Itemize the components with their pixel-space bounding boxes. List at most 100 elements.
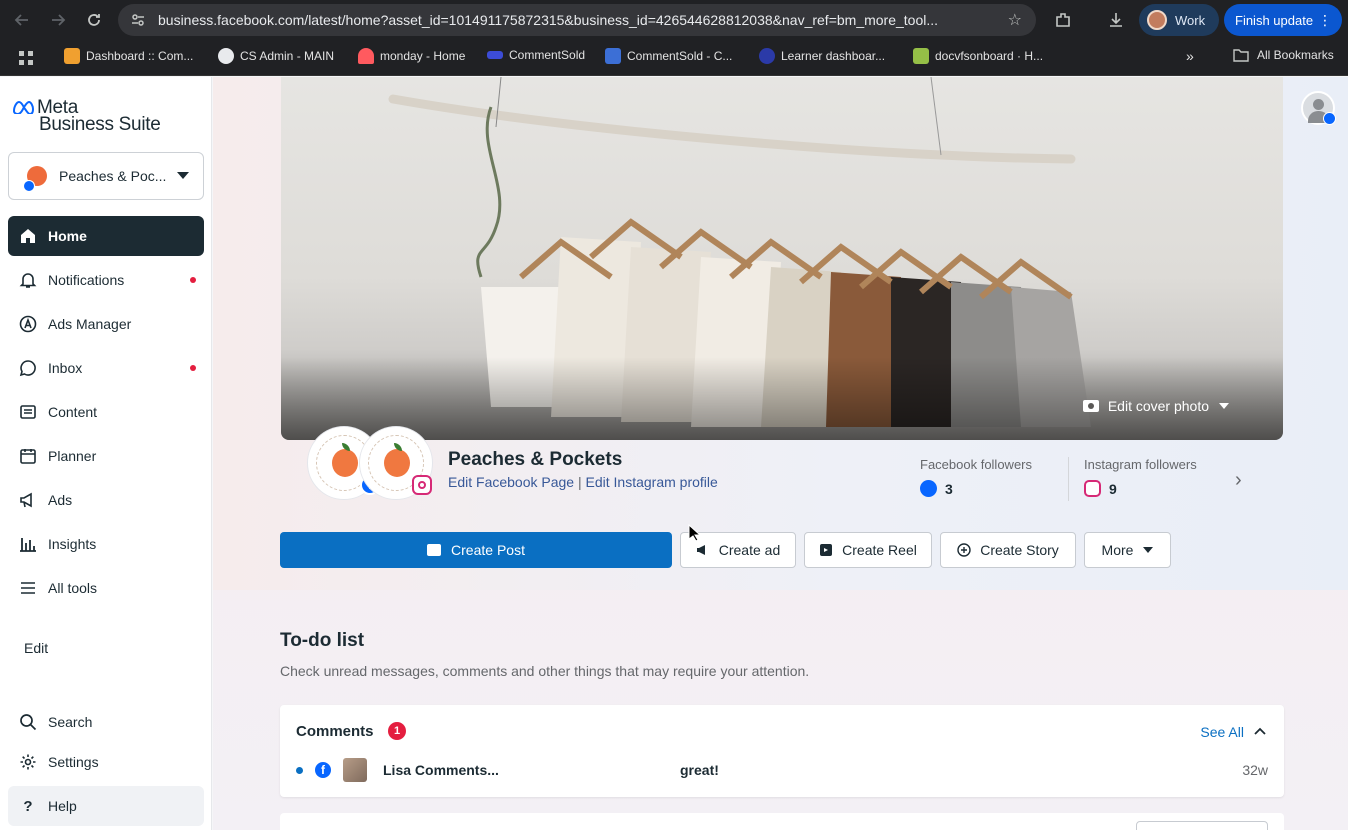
sidebar-item-label: Ads Manager	[48, 316, 132, 332]
logo-line-2: Business Suite	[39, 114, 161, 135]
see-all-link[interactable]: See All	[1200, 724, 1244, 740]
extensions-icon[interactable]	[1051, 8, 1075, 32]
edit-instagram-profile-link[interactable]: Edit Instagram profile	[586, 474, 718, 490]
edit-facebook-page-link[interactable]: Edit Facebook Page	[448, 474, 574, 490]
comment-row[interactable]: f Lisa Comments... great! 32w	[296, 758, 1268, 782]
profile-edit-links: Edit Facebook Page | Edit Instagram prof…	[448, 474, 718, 490]
comments-title: Comments	[296, 723, 374, 740]
bookmark-item[interactable]: Learner dashboar...	[759, 48, 885, 64]
todo-subtitle: Check unread messages, comments and othe…	[280, 663, 810, 679]
camera-icon	[1082, 400, 1099, 412]
reel-icon	[819, 543, 833, 557]
facebook-icon: f	[315, 762, 331, 778]
card-action-button[interactable]	[1136, 821, 1268, 830]
sidebar-item-label: Ads	[48, 492, 73, 508]
sidebar-item-label: Help	[48, 798, 77, 814]
user-avatar[interactable]	[1301, 91, 1336, 125]
bookmark-star-icon[interactable]: ☆	[1008, 10, 1022, 30]
meta-logo-icon	[12, 100, 35, 114]
sidebar-item-home[interactable]: Home	[8, 216, 204, 256]
clothing-rack-image	[281, 77, 1283, 440]
reload-icon[interactable]	[82, 8, 106, 32]
bookmark-item[interactable]: Dashboard :: Com...	[64, 48, 193, 64]
sidebar-item-label: Notifications	[48, 272, 125, 288]
help-icon: ?	[23, 797, 33, 815]
sidebar-item-notifications[interactable]: Notifications	[8, 260, 204, 300]
all-bookmarks[interactable]: All Bookmarks	[1233, 48, 1334, 62]
create-reel-button[interactable]: Create Reel	[804, 532, 932, 568]
create-post-label: Create Post	[451, 542, 525, 558]
monday-icon	[358, 48, 374, 64]
instagram-profile-avatar[interactable]	[360, 427, 432, 499]
caret-down-icon	[1143, 547, 1154, 553]
sidebar-item-help[interactable]: ? Help	[8, 786, 204, 826]
comment-message: great!	[680, 762, 719, 778]
folder-icon	[64, 48, 80, 64]
account-selector[interactable]: Peaches & Poc...	[8, 152, 204, 200]
sidebar-item-insights[interactable]: Insights	[8, 524, 204, 564]
instagram-icon	[1084, 480, 1101, 497]
forward-icon[interactable]	[46, 8, 70, 32]
comment-time: 32w	[1242, 762, 1268, 778]
megaphone-icon	[19, 491, 37, 509]
mouse-cursor-icon	[688, 523, 702, 547]
create-post-button[interactable]: Create Post	[280, 532, 672, 568]
post-icon	[427, 544, 442, 556]
sidebar-item-label: Settings	[48, 754, 99, 770]
sidebar-item-ads[interactable]: Ads	[8, 480, 204, 520]
comment-thumbnail	[343, 758, 367, 782]
unread-dot	[190, 365, 196, 371]
instagram-followers-stat: Instagram followers 9	[1084, 457, 1197, 497]
bookmark-item[interactable]: CommentSold	[487, 48, 585, 62]
profile-avatars[interactable]: f	[308, 427, 436, 501]
finish-update-button[interactable]: Finish update ⋮	[1224, 4, 1342, 36]
sidebar-item-ads-manager[interactable]: Ads Manager	[8, 304, 204, 344]
gear-icon	[19, 753, 37, 771]
sidebar: Meta Business Suite Peaches & Poc... Hom…	[0, 77, 212, 830]
calendar-icon	[19, 447, 37, 465]
profile-chip[interactable]: Work	[1139, 4, 1219, 36]
site-settings-icon[interactable]	[126, 8, 150, 32]
back-icon[interactable]	[10, 8, 34, 32]
unread-dot	[296, 766, 303, 774]
facebook-icon	[920, 480, 937, 497]
bookmark-overflow-icon[interactable]: »	[1186, 48, 1194, 64]
address-bar[interactable]: business.facebook.com/latest/home?asset_…	[118, 4, 1036, 36]
shopify-icon	[913, 48, 929, 64]
url-text[interactable]: business.facebook.com/latest/home?asset_…	[158, 12, 996, 28]
create-reel-label: Create Reel	[842, 542, 917, 558]
sidebar-item-inbox[interactable]: Inbox	[8, 348, 204, 388]
apps-grid-icon[interactable]	[18, 50, 34, 66]
sidebar-item-settings[interactable]: Settings	[8, 742, 204, 782]
more-button[interactable]: More	[1084, 532, 1171, 568]
bar-chart-icon	[19, 535, 37, 553]
bookmark-item[interactable]: docvfsonboard · H...	[913, 48, 1043, 64]
sidebar-item-planner[interactable]: Planner	[8, 436, 204, 476]
commentsold-icon	[487, 51, 503, 59]
bookmark-item[interactable]: monday - Home	[358, 48, 465, 64]
page-title: Peaches & Pockets	[448, 449, 623, 470]
bookmark-item[interactable]: CommentSold - C...	[605, 48, 732, 64]
create-story-button[interactable]: Create Story	[940, 532, 1076, 568]
chevron-up-icon[interactable]	[1254, 722, 1266, 738]
chevron-right-icon[interactable]: ›	[1235, 469, 1242, 492]
globe-icon	[218, 48, 234, 64]
edit-cover-label: Edit cover photo	[1107, 398, 1209, 414]
edit-cover-photo-button[interactable]: Edit cover photo	[1082, 398, 1229, 414]
ads-manager-icon	[19, 315, 37, 333]
kebab-menu-icon[interactable]: ⋮	[1318, 12, 1332, 29]
sidebar-item-label: Insights	[48, 536, 97, 552]
sidebar-item-search[interactable]: Search	[8, 702, 204, 742]
create-story-label: Create Story	[980, 542, 1059, 558]
sidebar-item-all-tools[interactable]: All tools	[8, 568, 204, 608]
facebook-followers-stat: Facebook followers 3	[920, 457, 1032, 497]
edit-nav-link[interactable]: Edit	[24, 640, 48, 656]
main-content: Edit cover photo f Peaches & Pockets Edi…	[213, 77, 1348, 830]
comments-count-badge: 1	[388, 722, 406, 740]
cover-photo[interactable]: Edit cover photo	[281, 77, 1283, 440]
bookmark-item[interactable]: CS Admin - MAIN	[218, 48, 334, 64]
sidebar-item-content[interactable]: Content	[8, 392, 204, 432]
account-name: Peaches & Poc...	[59, 168, 167, 184]
download-icon[interactable]	[1104, 8, 1128, 32]
instagram-badge-icon	[412, 475, 432, 495]
